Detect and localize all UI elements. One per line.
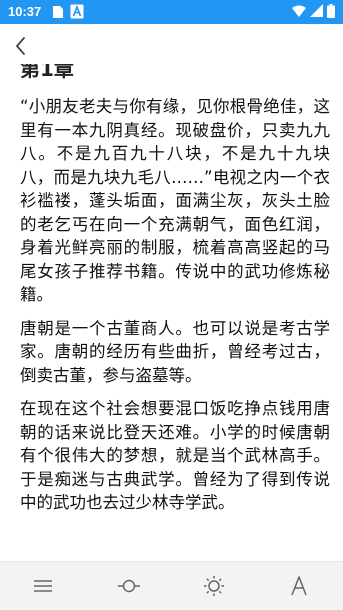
paragraph: 在现在这个社会想要混口饭吃挣点钱用唐朝的话来说比登天还难。小学的时候唐朝有个很伟… (20, 399, 330, 512)
back-arrow-icon (16, 37, 25, 55)
font-size-icon (291, 576, 307, 596)
reader-content[interactable]: “小朋友老夫与你有缘，见你根骨绝佳，这里有一本九阴真经。现破盘价，只卖九九八。不… (20, 95, 330, 565)
back-button[interactable] (8, 32, 36, 60)
chapter-title-area: 第1章 (0, 64, 343, 82)
status-bar: 10:37 (0, 0, 343, 24)
progress-button[interactable] (104, 562, 154, 610)
paragraph: “小朋友老夫与你有缘，见你根骨绝佳，这里有一本九阴真经。现破盘价，只卖九九八。不… (20, 97, 330, 304)
chapter-title: 第1章 (20, 64, 74, 81)
brightness-button[interactable] (189, 562, 239, 610)
status-time: 10:37 (8, 4, 42, 19)
sim-card-icon (53, 6, 63, 18)
bottom-toolbar (0, 561, 343, 610)
app-bar (0, 24, 343, 68)
paragraph: 唐朝是一个古董商人。也可以说是考古学家。唐朝的经历有些曲折，曾经考过古，倒卖古董… (20, 318, 330, 385)
menu-icon (34, 580, 52, 592)
battery-icon (327, 4, 335, 18)
brightness-icon (204, 576, 224, 596)
app-a-icon (70, 4, 84, 19)
wifi-icon (292, 5, 306, 17)
cell-signal-icon (310, 4, 323, 17)
font-button[interactable] (274, 562, 324, 610)
progress-slider-icon (118, 579, 140, 593)
catalog-button[interactable] (18, 562, 68, 610)
